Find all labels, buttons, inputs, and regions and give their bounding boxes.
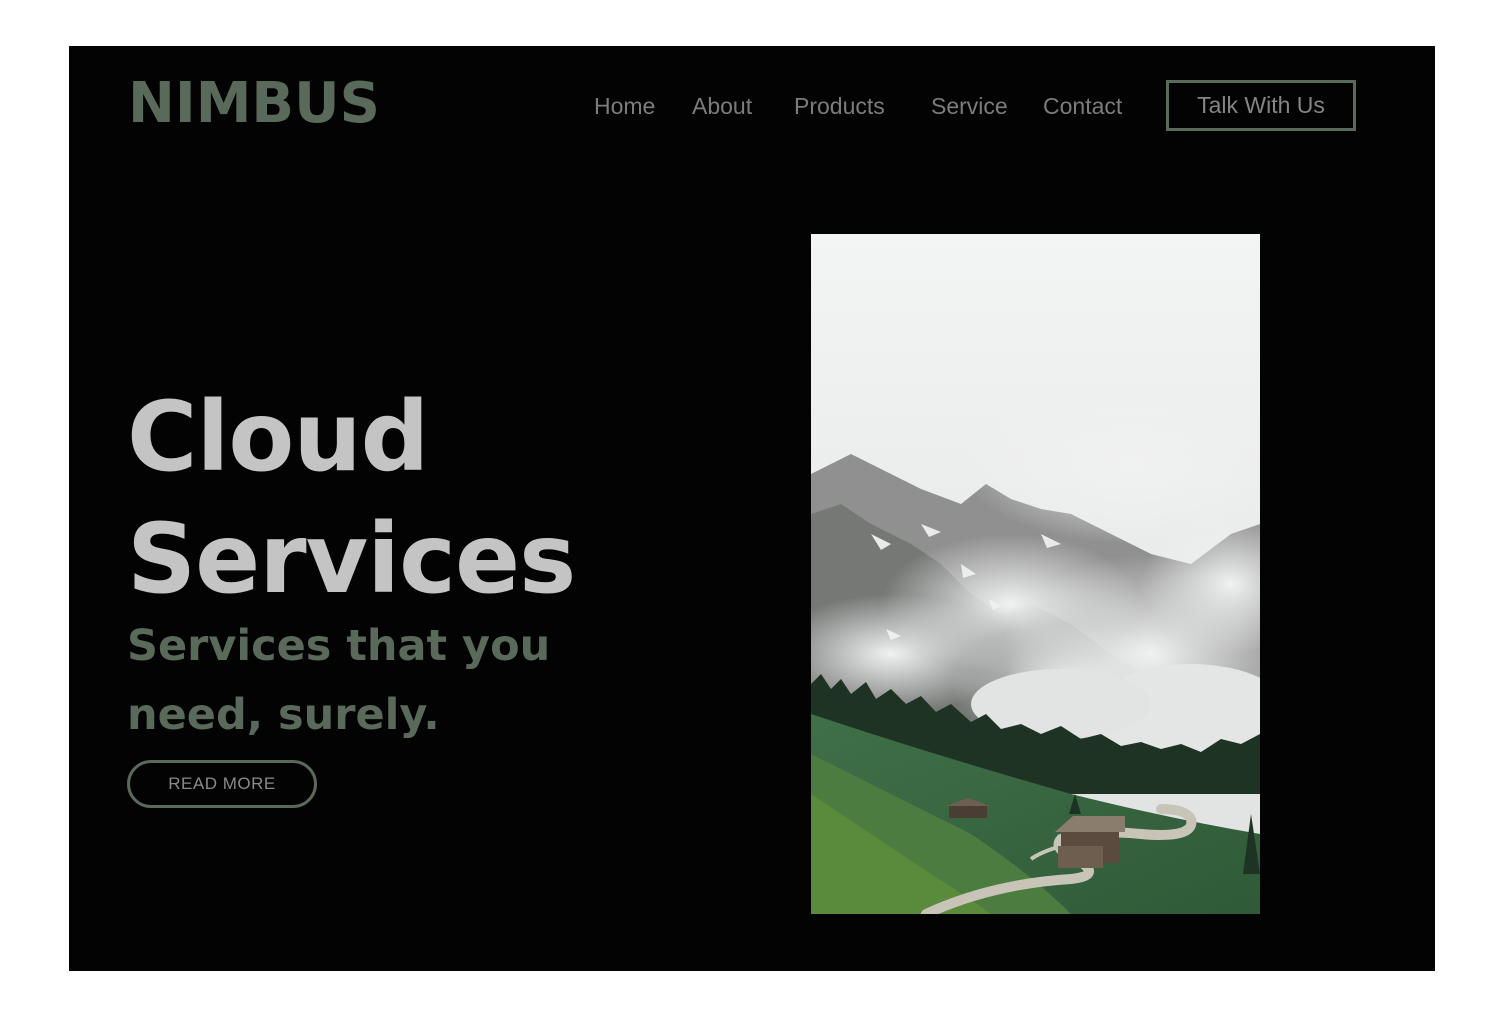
page-frame: NIMBUS Home About Products Service Conta… <box>69 46 1435 971</box>
talk-with-us-button[interactable]: Talk With Us <box>1166 80 1356 131</box>
hero-title-line-2: Services <box>127 503 576 615</box>
hero-title: Cloud Services <box>127 376 576 620</box>
nav-link-about[interactable]: About <box>692 90 752 122</box>
hero-title-line-1: Cloud <box>127 381 429 493</box>
nav-link-products[interactable]: Products <box>794 90 885 122</box>
mountain-landscape-image <box>811 234 1260 914</box>
nav-link-service[interactable]: Service <box>931 90 1008 122</box>
nav-link-home[interactable]: Home <box>594 90 655 122</box>
hero-subtitle: Services that you need, surely. <box>127 621 551 740</box>
read-more-button[interactable]: READ MORE <box>127 760 317 808</box>
nav-link-contact[interactable]: Contact <box>1043 90 1122 122</box>
hero-photo <box>811 234 1260 914</box>
